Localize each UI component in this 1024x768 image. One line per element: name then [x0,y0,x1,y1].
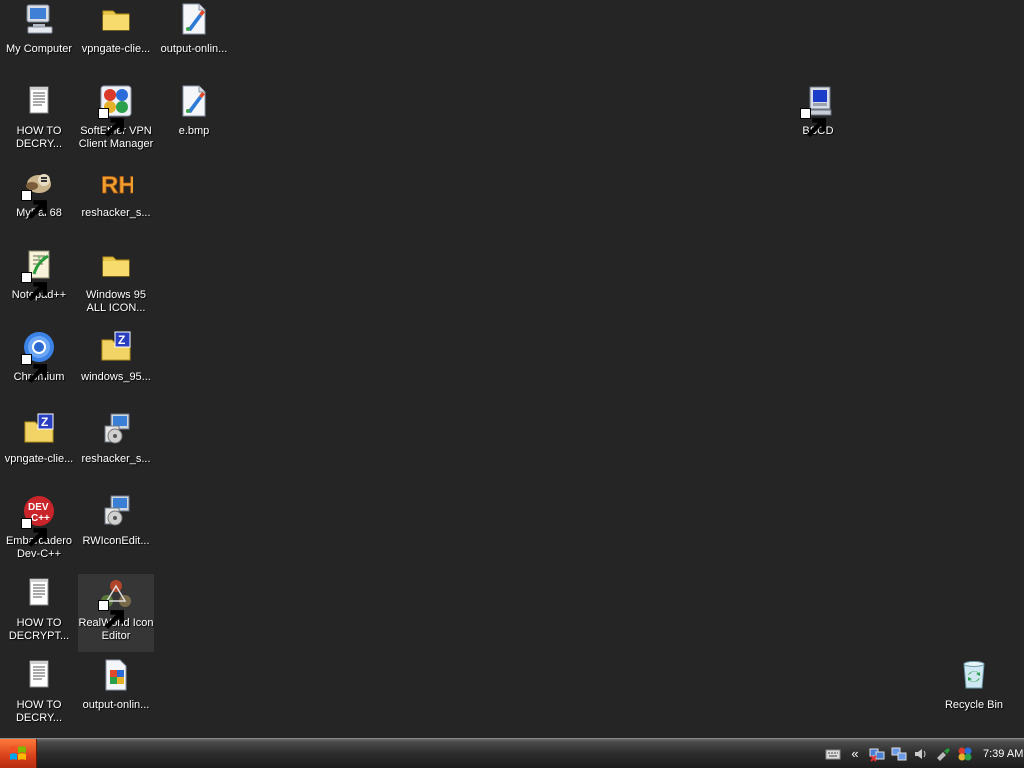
text-document-icon [22,84,56,118]
desktop-icon-how-to-decrypt-1[interactable]: HOW TO DECRY... [1,82,77,160]
text-document-icon [22,576,56,610]
volume-icon[interactable] [913,746,929,762]
desktop-icon-notepad-plus-plus[interactable]: ++ Notepad++ [1,246,77,324]
installer-icon [99,494,133,528]
shortcut-arrow-icon [21,354,47,384]
my-computer-icon [22,2,56,36]
softether-vpn-icon [98,84,133,138]
desktop-icon-recycle-bin[interactable]: Recycle Bin [936,656,1012,734]
desktop[interactable]: My Computer vpngate-clie... output-onlin… [0,0,1024,738]
network-disconnected-icon[interactable] [869,746,885,762]
softether-tray-icon[interactable] [957,746,973,762]
desktop-icon-my-computer[interactable]: My Computer [1,0,77,78]
keyboard-icon[interactable] [825,746,841,762]
bsod-computer-icon [800,84,835,138]
svg-text:Z: Z [41,415,48,429]
desktop-icon-output-online-bmp[interactable]: output-onlin... [156,0,232,78]
desktop-icon-windows-95-zip[interactable]: Z windows_95... [78,328,154,406]
desktop-icon-vpngate-folder[interactable]: vpngate-clie... [78,0,154,78]
notepad-plus-plus-icon: ++ [21,248,56,302]
shortcut-arrow-icon [21,518,47,548]
desktop-icon-vpngate-zip[interactable]: Z vpngate-clie... [1,410,77,488]
bitmap-image-icon [177,2,211,36]
zip-folder-icon: Z [22,412,56,446]
icon-file-icon [99,658,133,692]
svg-text:Z: Z [118,333,125,347]
desktop-icon-rwiconeditor-setup[interactable]: RWIconEdit... [78,492,154,570]
notification-area: « 7:39 AM [819,739,1024,768]
desktop-icon-softether-vpn[interactable]: SoftEther VPN Client Manager [78,82,154,160]
svg-text:DEV: DEV [28,502,49,513]
shortcut-arrow-icon [98,600,124,630]
desktop-icon-mypal-68[interactable]: MyPal 68 [1,164,77,242]
installer-icon [99,412,133,446]
desktop-icon-windows-95-all-icons-folder[interactable]: Windows 95 ALL ICON... [78,246,154,324]
desktop-icon-reshacker-setup-2[interactable]: reshacker_s... [78,410,154,488]
network-icon[interactable] [891,746,907,762]
text-document-icon [22,658,56,692]
clock[interactable]: 7:39 AM [983,748,1023,760]
desktop-icon-output-online-ico[interactable]: output-onlin... [78,656,154,734]
desktop-icon-reshacker-setup-1[interactable]: RH reshacker_s... [78,164,154,242]
desktop-icon-bsod[interactable]: BSOD [780,82,856,160]
mypal-browser-icon [21,166,56,220]
shortcut-arrow-icon [21,190,47,220]
recycle-bin-icon [957,658,991,692]
reshacker-icon: RH [99,166,133,200]
chevron-left-icon: « [851,745,859,761]
desktop-icon-embarcadero-dev-cpp[interactable]: DEV C++ Embarcadero Dev-C++ [1,492,77,570]
shortcut-arrow-icon [98,108,124,138]
desktop-icon-how-to-decrypt-2[interactable]: HOW TO DECRYPT... [1,574,77,652]
realworld-icon-editor-icon [98,576,133,630]
zip-folder-icon: Z [99,330,133,364]
show-hidden-icons-button[interactable]: « [847,746,863,762]
windows-logo-icon [10,746,26,760]
shortcut-arrow-icon [800,108,826,138]
svg-text:++: ++ [37,255,45,262]
desktop-icon-e-bmp[interactable]: e.bmp [156,82,232,160]
shortcut-arrow-icon [21,272,47,302]
start-button[interactable] [0,739,37,768]
safely-remove-hardware-icon[interactable] [935,746,951,762]
dev-cpp-icon: DEV C++ [21,494,56,548]
chromium-icon [21,330,56,384]
svg-text:RH: RH [101,172,133,199]
desktop-icon-chromium[interactable]: Chromium [1,328,77,406]
folder-icon [99,248,133,282]
taskbar: « 7:39 AM [0,738,1024,768]
folder-icon [99,2,133,36]
bitmap-image-icon [177,84,211,118]
desktop-icon-realworld-icon-editor[interactable]: RealWorld Icon Editor [78,574,154,652]
desktop-icon-how-to-decrypt-3[interactable]: HOW TO DECRY... [1,656,77,734]
